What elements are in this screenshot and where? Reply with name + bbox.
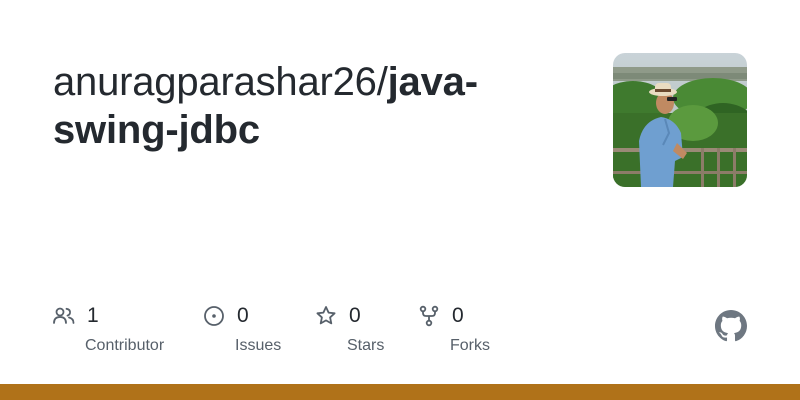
stat-label: Contributor <box>85 337 165 354</box>
stat-count: 0 <box>237 304 249 327</box>
stat-stars[interactable]: 0 Stars <box>314 302 384 356</box>
stat-label: Issues <box>235 337 282 354</box>
language-bar <box>0 384 800 400</box>
stat-count: 0 <box>349 304 361 327</box>
stat-contributors[interactable]: 1 Contributor <box>52 302 164 356</box>
github-mark-icon[interactable] <box>715 310 747 342</box>
issue-opened-icon <box>204 306 224 326</box>
stat-label: Forks <box>450 337 490 354</box>
repo-forked-icon <box>419 305 439 327</box>
owner-avatar[interactable] <box>613 53 747 187</box>
people-icon <box>53 307 75 324</box>
stat-label: Stars <box>347 337 385 354</box>
repo-title[interactable]: anuragparashar26/java-swing-jdbc <box>53 58 573 154</box>
repo-owner[interactable]: anuragparashar26/ <box>53 60 388 104</box>
stat-issues[interactable]: 0 Issues <box>202 302 281 356</box>
stat-count: 0 <box>452 304 464 327</box>
avatar-photo-icon <box>613 53 747 187</box>
star-icon <box>316 306 336 325</box>
stat-count: 1 <box>87 304 99 327</box>
stat-forks[interactable]: 0 Forks <box>417 302 490 356</box>
